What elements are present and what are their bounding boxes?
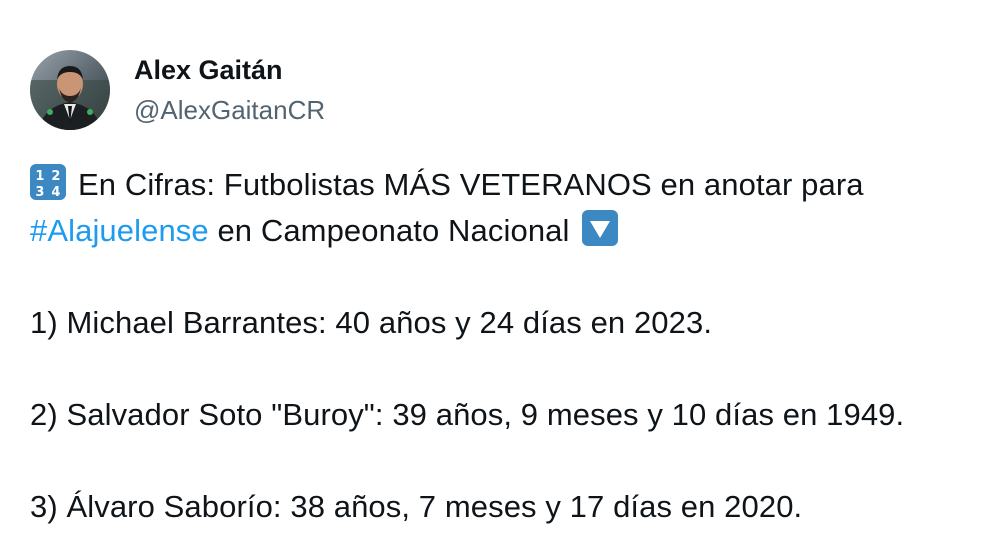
- tweet-text: 1 2 3 4 En Cifras: Futbolistas MÁS VETER…: [30, 162, 1000, 530]
- tweet-line-intro: 1 2 3 4 En Cifras: Futbolistas MÁS VETER…: [30, 162, 1000, 208]
- avatar[interactable]: [30, 50, 110, 130]
- svg-text:4: 4: [51, 185, 60, 200]
- tweet-header: Alex Gaitán @AlexGaitanCR: [30, 50, 325, 130]
- list-item: 3) Álvaro Saborío: 38 años, 7 meses y 17…: [30, 489, 803, 524]
- display-name[interactable]: Alex Gaitán: [134, 53, 325, 87]
- svg-text:2: 2: [51, 169, 60, 184]
- down-triangle-button-icon: [582, 210, 619, 246]
- username-handle[interactable]: @AlexGaitanCR: [134, 93, 325, 127]
- svg-text:1: 1: [35, 169, 44, 184]
- list-item: 2) Salvador Soto "Buroy": 39 años, 9 mes…: [30, 397, 905, 432]
- author-names: Alex Gaitán @AlexGaitanCR: [134, 53, 325, 127]
- tweet: Alex Gaitán @AlexGaitanCR 1 2 3 4 En Cif…: [0, 0, 1006, 559]
- hashtag-link[interactable]: #Alajuelense: [30, 213, 209, 248]
- tweet-line-hashtag: #Alajuelense en Campeonato Nacional: [30, 208, 1000, 254]
- input-numbers-icon: 1 2 3 4: [30, 164, 66, 200]
- list-item: 1) Michael Barrantes: 40 años y 24 días …: [30, 305, 713, 340]
- svg-text:3: 3: [35, 185, 44, 200]
- intro-text-continued: en Campeonato Nacional: [208, 213, 570, 248]
- intro-text: En Cifras: Futbolistas MÁS VETERANOS en …: [78, 167, 864, 202]
